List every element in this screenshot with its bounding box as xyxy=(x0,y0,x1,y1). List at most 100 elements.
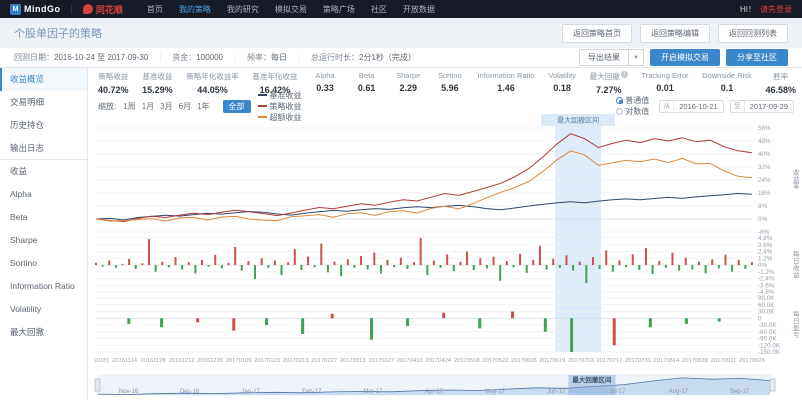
nav-item-2[interactable]: 我的研究 xyxy=(227,4,259,15)
legend-label: 基准收益 xyxy=(270,90,302,101)
daily-return-bar xyxy=(320,244,322,265)
range-all-button[interactable]: 全部 xyxy=(223,100,251,113)
navigator-month-label: Nov-16 xyxy=(119,389,139,395)
sidebar-item-10[interactable]: Volatility xyxy=(0,298,87,321)
title-bar: 个股单因子的策略 返回策略首页返回策略编辑返回回测列表 xyxy=(0,18,802,48)
y-tick-label: 16% xyxy=(758,190,771,197)
navigator-left-handle[interactable] xyxy=(95,379,100,391)
account-link[interactable]: 请先登录 xyxy=(760,4,792,15)
sidebar-item-2[interactable]: 历史持仓 xyxy=(0,114,87,137)
sidebar-item-4[interactable]: 收益 xyxy=(0,160,87,183)
range-button-1[interactable]: 1月 xyxy=(142,102,154,111)
nav-item-4[interactable]: 策略广场 xyxy=(323,4,355,15)
navigator-right-handle[interactable] xyxy=(770,379,775,391)
x-tick-label: 20170731 xyxy=(625,358,651,364)
backtest-info-fields: 回测日期：2016-10-24 至 2017-09-30｜资金：100000｜频… xyxy=(14,52,416,63)
header-button-0[interactable]: 返回策略首页 xyxy=(562,24,632,43)
daily-return-bar xyxy=(479,258,481,265)
backtest-info-bar: 回测日期：2016-10-24 至 2017-09-30｜资金：100000｜频… xyxy=(0,48,802,68)
date-from-value: 2016-10-21 xyxy=(674,102,722,111)
metric-label: Information Ratio xyxy=(477,71,534,80)
daily-return-bar xyxy=(605,250,607,265)
info-field-3: 总运行时长：2分1秒（完成） xyxy=(311,53,416,62)
legend-item-0[interactable]: 基准收益 xyxy=(258,90,302,101)
nav-item-5[interactable]: 社区 xyxy=(371,4,387,15)
nav-item-6[interactable]: 开放数据 xyxy=(403,4,435,15)
daily-return-bar xyxy=(705,265,707,273)
sidebar-item-9[interactable]: Information Ratio xyxy=(0,275,87,298)
range-button-4[interactable]: 1年 xyxy=(197,102,209,111)
export-dropdown-caret[interactable]: ▼ xyxy=(629,49,644,66)
daily-return-bar xyxy=(334,262,336,265)
daily-return-bar xyxy=(565,255,567,265)
metric-label: Beta xyxy=(353,71,381,80)
metric-value: 46.58% xyxy=(765,85,796,95)
info-icon[interactable]: i xyxy=(621,71,628,78)
sidebar-item-6[interactable]: Beta xyxy=(0,206,87,229)
daily-return-bar xyxy=(254,265,256,279)
daily-return-bar xyxy=(539,246,541,265)
legend-item-1[interactable]: 策略收益 xyxy=(258,101,302,112)
daily-return-bar xyxy=(221,265,223,268)
range-button-2[interactable]: 3月 xyxy=(160,102,172,111)
metric-4: Alpha0.33 xyxy=(311,71,339,98)
sidebar-item-0[interactable]: 收益概览 xyxy=(0,68,87,91)
range-button-3[interactable]: 6月 xyxy=(179,102,191,111)
sidebar-item-7[interactable]: Sharpe xyxy=(0,229,87,252)
scale-radio-0[interactable]: 普通值 xyxy=(616,95,649,106)
y-axis-title: 收益率 xyxy=(793,168,800,191)
x-tick-label: 20170717 xyxy=(596,358,622,364)
series-line-0 xyxy=(96,194,752,221)
daily-return-bar xyxy=(155,265,157,272)
header-button-1[interactable]: 返回策略编辑 xyxy=(640,24,710,43)
date-from-label: 从 xyxy=(660,101,674,111)
share-to-community-button[interactable]: 分享至社区 xyxy=(726,49,788,66)
sidebar-item-5[interactable]: Alpha xyxy=(0,183,87,206)
date-from-input[interactable]: 从 2016-10-21 xyxy=(659,100,723,113)
daily-return-bar xyxy=(473,265,475,270)
nav-item-0[interactable]: 首页 xyxy=(147,4,163,15)
sidebar-item-8[interactable]: Sortino xyxy=(0,252,87,275)
daily-return-bar xyxy=(108,261,110,266)
daily-return-bar xyxy=(420,238,422,265)
metric-0: 策略收益40.72% xyxy=(98,71,129,98)
daily-pnl-bar xyxy=(331,314,334,319)
sidebar-item-11[interactable]: 最大回撤 xyxy=(0,321,87,344)
daily-return-bar xyxy=(532,260,534,265)
main-panel: 策略收益40.72%基准收益15.29%策略年化收益率44.05%基准年化收益1… xyxy=(88,68,802,400)
sidebar-item-3[interactable]: 输出日志 xyxy=(0,137,87,160)
export-result-button[interactable]: 导出结果 xyxy=(579,49,629,66)
daily-return-bar xyxy=(135,265,137,269)
daily-pnl-bar xyxy=(685,318,688,324)
metric-value: 7.27% xyxy=(590,85,628,95)
daily-return-bar xyxy=(214,255,216,265)
range-button-0[interactable]: 1周 xyxy=(123,102,135,111)
start-sim-trade-button[interactable]: 开启模拟交易 xyxy=(650,49,720,66)
sidebar-item-1[interactable]: 交易明细 xyxy=(0,91,87,114)
daily-return-bar xyxy=(592,257,594,265)
ths-brand[interactable]: 同花顺 xyxy=(83,3,123,16)
export-button-group: 导出结果 ▼ xyxy=(579,49,644,66)
daily-return-bar xyxy=(161,262,163,265)
navigator-month-label: Feb-17 xyxy=(302,389,322,395)
returns-chart[interactable]: 最大回撤区间56%48%40%32%24%16%8%0%-8%收益率4.8%3.… xyxy=(94,114,802,371)
range-buttons: 1周 1月 3月 6月 1年 xyxy=(123,101,215,112)
info-separator: ｜ xyxy=(295,53,303,62)
y-tick-label: 0% xyxy=(758,216,768,223)
nav-item-1[interactable]: 我的策略 xyxy=(179,4,211,15)
navigator-month-label: Dec-16 xyxy=(180,389,200,395)
daily-return-bar xyxy=(387,260,389,265)
chart-navigator[interactable]: 最大回撤区间Nov-16Dec-16Jan-17Feb-17Mar-17Apr-… xyxy=(94,373,802,400)
y-axis-title: 每日盈亏 xyxy=(793,309,800,339)
nav-item-3[interactable]: 模拟交易 xyxy=(275,4,307,15)
daily-return-bar xyxy=(148,239,150,265)
header-button-2[interactable]: 返回回测列表 xyxy=(718,24,788,43)
x-tick-label: 20170522 xyxy=(482,358,508,364)
date-to-input[interactable]: 至 2017-09-29 xyxy=(730,100,794,113)
daily-return-bar xyxy=(446,254,448,265)
x-tick-label: 20170327 xyxy=(368,358,394,364)
mindgo-brand[interactable]: M MindGo xyxy=(10,4,61,15)
x-tick-label: 20161114 xyxy=(112,358,138,364)
daily-return-bar xyxy=(228,263,230,265)
legend-swatch xyxy=(258,94,267,96)
